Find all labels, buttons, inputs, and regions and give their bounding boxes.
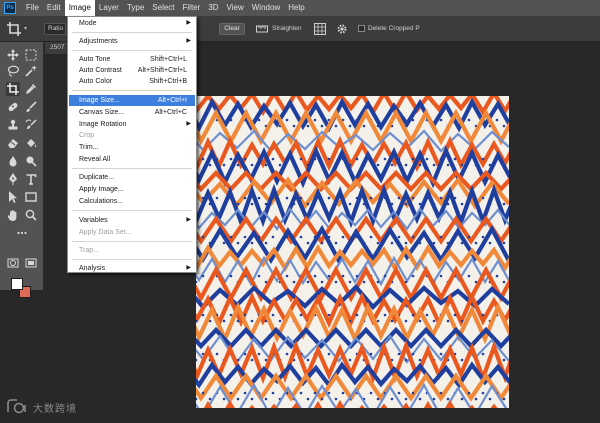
menu-edit[interactable]: Edit [43,0,65,16]
edit-toolbar-icon[interactable] [15,226,29,240]
quick-mask-icon[interactable] [6,256,20,270]
crop-tool-icon[interactable] [6,82,20,96]
document-tab[interactable]: 2507 [45,42,69,54]
photoshop-logo-icon: Ps [4,2,16,14]
menu-3d[interactable]: 3D [204,0,222,16]
zoom-tool-icon[interactable] [24,208,38,222]
marquee-tool-icon[interactable] [24,48,38,62]
menu-help[interactable]: Help [284,0,308,16]
path-selection-icon[interactable] [6,190,20,204]
menu-item-duplicate[interactable]: Duplicate... [69,172,195,183]
ratio-select[interactable]: Ratio [44,23,66,35]
chevron-down-icon[interactable]: ▾ [24,25,27,32]
image-menu-dropdown: Mode ▶ Adjustments ▶ Auto Tone Shift+Ctrl+L… [67,16,197,273]
menu-item-variables[interactable]: Variables ▶ [69,215,195,226]
menu-item-adjustments[interactable]: Adjustments ▶ [69,36,195,47]
tools-panel [0,42,44,298]
menu-item-trim[interactable]: Trim... [69,142,195,153]
brush-tool-icon[interactable] [24,100,38,114]
paint-bucket-icon[interactable] [24,136,38,150]
watermark-logo-icon [7,399,26,414]
menu-separator [72,90,192,91]
type-tool-icon[interactable] [24,172,38,186]
dodge-tool-icon[interactable] [24,154,38,168]
menu-separator [72,50,192,51]
menu-item-apply-data-set: Apply Data Set... [79,229,132,236]
menu-layer[interactable]: Layer [95,0,123,16]
menu-separator [72,210,192,211]
overlay-grid-icon[interactable] [314,23,326,35]
straighten-icon[interactable] [256,24,268,34]
magic-wand-icon[interactable] [24,64,38,78]
watermark-text: 大数跨境 [33,403,77,415]
menu-file[interactable]: File [22,0,43,16]
menu-bar: Ps File Edit Image Layer Type Select Fil… [0,0,600,16]
pen-tool-icon[interactable] [6,172,20,186]
straighten-label[interactable]: Straighten [272,25,302,32]
menu-item-trap: Trap... [79,247,99,254]
menu-view[interactable]: View [223,0,248,16]
menu-item-apply-image[interactable]: Apply Image... [69,184,195,195]
menu-separator [72,168,192,169]
menu-item-mode[interactable]: Mode ▶ [69,18,195,29]
menu-item-auto-contrast[interactable]: Auto Contrast Alt+Shift+Ctrl+L [69,65,195,76]
delete-cropped-label[interactable]: Delete Cropped P [368,25,420,32]
menu-item-auto-tone[interactable]: Auto Tone Shift+Ctrl+L [69,54,195,65]
crop-preset-icon[interactable] [6,21,22,37]
history-brush-icon[interactable] [24,118,38,132]
healing-brush-icon[interactable] [6,100,20,114]
menu-image[interactable]: Image [64,0,95,16]
menu-item-calculations[interactable]: Calculations... [69,196,195,207]
menu-separator [72,241,192,242]
menu-separator [72,259,192,260]
menu-select[interactable]: Select [148,0,178,16]
submenu-arrow-icon: ▶ [186,38,191,44]
blur-tool-icon[interactable] [6,154,20,168]
menu-item-image-rotation[interactable]: Image Rotation ▶ [69,119,195,130]
hand-tool-icon[interactable] [6,208,20,222]
menu-type[interactable]: Type [123,0,148,16]
menu-window[interactable]: Window [248,0,284,16]
menu-item-analysis[interactable]: Analysis ▶ [69,263,195,274]
watermark: 大数跨境 [6,399,77,415]
clear-button[interactable]: Clear [219,23,245,35]
delete-cropped-checkbox[interactable] [358,25,365,32]
rectangle-tool-icon[interactable] [24,190,38,204]
submenu-arrow-icon: ▶ [186,217,191,223]
submenu-arrow-icon: ▶ [186,20,191,26]
clone-stamp-icon[interactable] [6,118,20,132]
zigzag-pattern-image [196,96,509,408]
gear-icon[interactable] [336,23,348,35]
submenu-arrow-icon: ▶ [186,265,191,271]
menu-item-canvas-size[interactable]: Canvas Size... Alt+Ctrl+C [69,107,195,118]
screen-mode-icon[interactable] [24,256,38,270]
eyedropper-icon[interactable] [24,82,38,96]
menu-item-image-size[interactable]: Image Size... Alt+Ctrl+I [69,95,195,106]
submenu-arrow-icon: ▶ [186,121,191,127]
menu-item-crop: Crop [79,132,95,139]
lasso-tool-icon[interactable] [6,64,20,78]
menu-item-reveal-all[interactable]: Reveal All [69,154,195,165]
menu-separator [72,32,192,33]
menu-item-auto-color[interactable]: Auto Color Shift+Ctrl+B [69,76,195,87]
menu-filter[interactable]: Filter [179,0,205,16]
eraser-icon[interactable] [6,136,20,150]
foreground-color-swatch[interactable] [11,278,23,290]
move-tool-icon[interactable] [6,48,20,62]
